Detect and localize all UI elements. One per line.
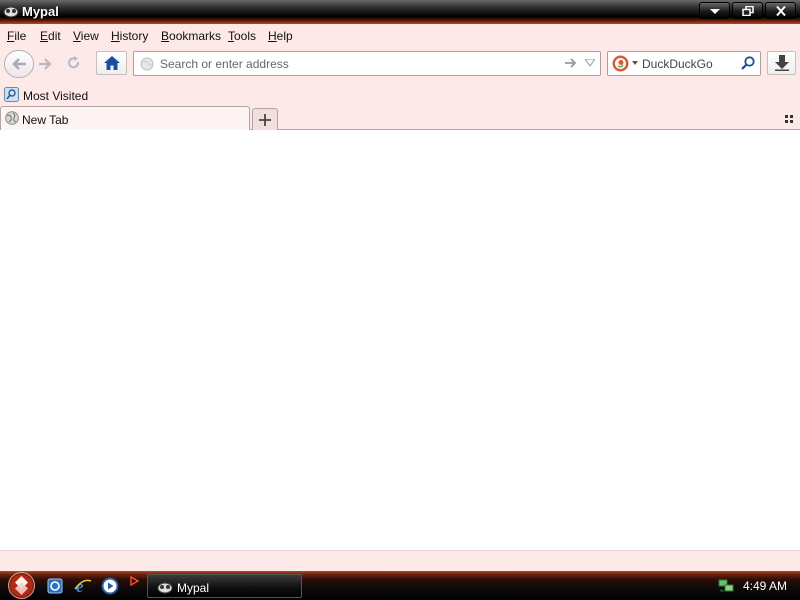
minimize-icon: [710, 9, 720, 14]
tab-strip: New Tab: [0, 106, 800, 130]
back-forward-group: [4, 50, 58, 78]
menu-help[interactable]: Help: [268, 29, 293, 43]
bookmarks-toolbar: Most Visited: [0, 85, 800, 105]
back-button[interactable]: [4, 50, 34, 78]
minimize-button[interactable]: [699, 2, 730, 19]
tab-label: New Tab: [22, 113, 69, 127]
mypal-app-icon: [3, 6, 19, 18]
taskbar: e Mypal 4:49 AM: [0, 571, 800, 600]
window-title: Mypal: [22, 4, 59, 19]
download-icon: [775, 55, 789, 71]
home-icon: [104, 56, 120, 70]
system-clock[interactable]: 4:49 AM: [743, 579, 787, 593]
home-button[interactable]: [96, 51, 127, 75]
forward-button[interactable]: [34, 54, 58, 75]
tab-new-tab[interactable]: New Tab: [0, 106, 250, 130]
address-input[interactable]: [160, 55, 550, 72]
close-icon: [776, 6, 786, 16]
forward-arrow-icon: [39, 58, 52, 70]
start-button[interactable]: [6, 571, 37, 600]
task-label: Mypal: [177, 581, 210, 595]
list-all-tabs-icon[interactable]: [785, 115, 793, 123]
page-content[interactable]: [0, 130, 800, 550]
quicklaunch-more-icon[interactable]: [130, 576, 139, 586]
reload-icon: [68, 56, 80, 69]
restore-icon: [742, 6, 754, 16]
history-dropdown-icon[interactable]: [585, 59, 595, 67]
status-bar: [0, 550, 800, 571]
browser-chrome: File Edit View History Bookmarks Tools H…: [0, 24, 800, 130]
go-arrow-icon[interactable]: [564, 57, 578, 69]
search-input[interactable]: [642, 55, 737, 72]
close-button[interactable]: [765, 2, 796, 19]
page-identity-icon: [140, 57, 154, 71]
menu-file[interactable]: File: [7, 29, 26, 43]
downloads-button[interactable]: [767, 51, 796, 75]
search-icon[interactable]: [741, 56, 755, 71]
menu-bookmarks[interactable]: Bookmarks: [161, 29, 221, 43]
back-arrow-icon: [12, 58, 26, 70]
title-bar[interactable]: Mypal: [0, 0, 800, 24]
engine-dropdown-icon[interactable]: [632, 61, 638, 65]
network-tray-icon[interactable]: [718, 577, 734, 593]
taskbar-item-mypal[interactable]: Mypal: [147, 574, 302, 598]
search-bar[interactable]: [607, 51, 761, 76]
menu-history[interactable]: History: [111, 29, 148, 43]
address-bar[interactable]: [133, 51, 601, 76]
menu-edit[interactable]: Edit: [40, 29, 61, 43]
globe-icon: [5, 111, 19, 125]
plus-icon: [259, 114, 271, 126]
menu-view[interactable]: View: [73, 29, 99, 43]
media-player-icon[interactable]: [101, 577, 119, 595]
navigation-toolbar: [0, 48, 800, 80]
restore-button[interactable]: [732, 2, 763, 19]
menu-bar: File Edit View History Bookmarks Tools H…: [0, 24, 800, 46]
mypal-task-icon: [157, 582, 173, 594]
bookmark-label: Most Visited: [23, 89, 89, 103]
menu-tools[interactable]: Tools: [228, 29, 256, 43]
new-tab-button[interactable]: [252, 108, 278, 130]
reload-button[interactable]: [62, 53, 86, 74]
most-visited-icon: [4, 87, 19, 102]
duckduckgo-icon[interactable]: [612, 55, 629, 72]
internet-explorer-icon[interactable]: e: [74, 577, 92, 595]
quicklaunch-browser-icon[interactable]: [46, 577, 64, 595]
